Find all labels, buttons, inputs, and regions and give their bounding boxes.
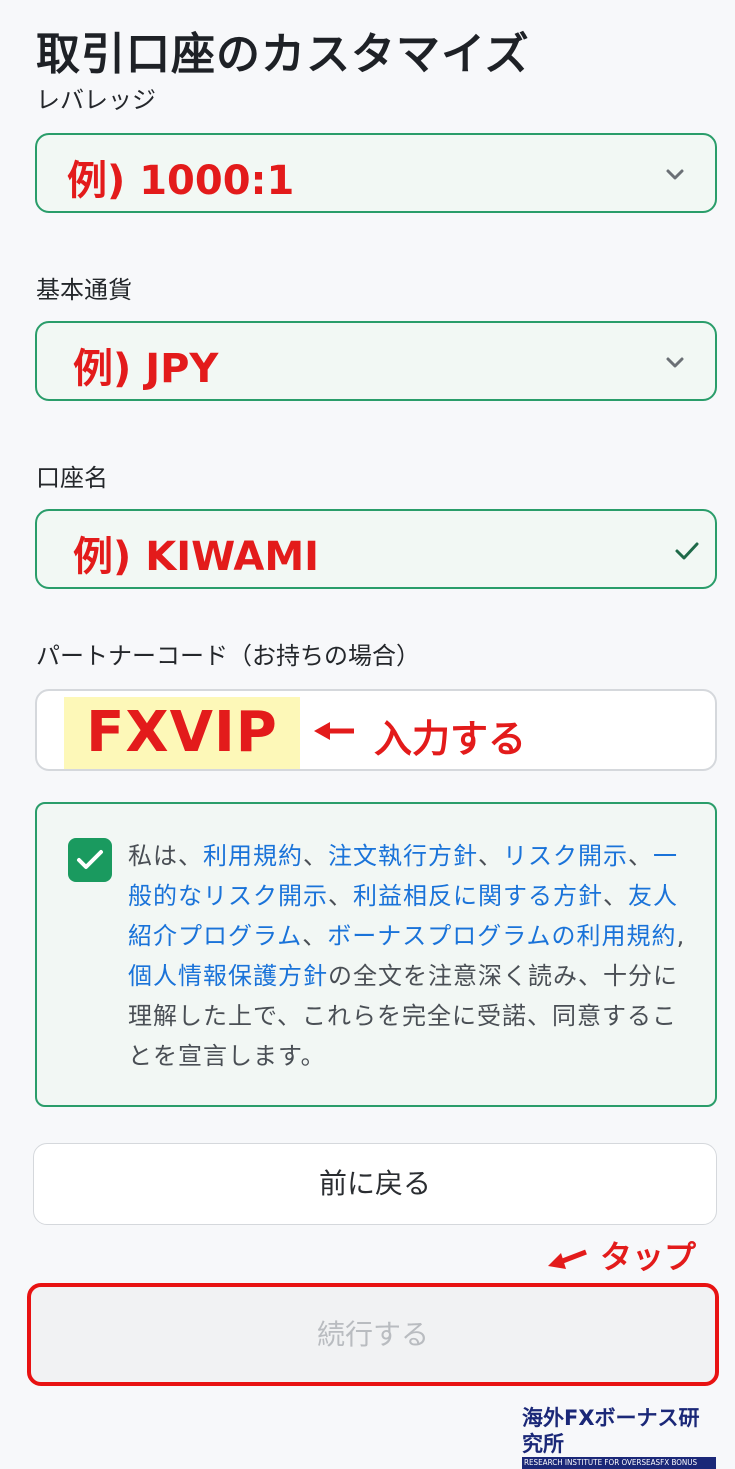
link-conflict-of-interest-policy[interactable]: 利益相反に関する方針 xyxy=(353,882,603,910)
base-currency-value: 例) JPY xyxy=(73,346,219,392)
account-name-value: 例) KIWAMI xyxy=(73,534,320,580)
consent-prefix: 私は、 xyxy=(128,842,203,870)
account-name-label: 口座名 xyxy=(36,464,108,492)
arrow-left-icon xyxy=(314,722,354,740)
leverage-label: レバレッジ xyxy=(36,86,156,114)
link-bonus-program-terms[interactable]: ボーナスプログラムの利用規約 xyxy=(327,922,676,950)
sep: 、 xyxy=(303,842,328,870)
link-terms[interactable]: 利用規約 xyxy=(203,842,303,870)
check-icon xyxy=(675,542,699,560)
account-name-input[interactable]: 例) KIWAMI xyxy=(35,509,717,589)
leverage-value: 例) 1000:1 xyxy=(67,158,295,204)
back-button[interactable]: 前に戻る xyxy=(33,1143,717,1225)
chevron-down-icon xyxy=(666,357,684,368)
partner-code-value: FXVIP xyxy=(86,700,278,765)
sep: 、 xyxy=(628,842,653,870)
base-currency-label: 基本通貨 xyxy=(36,276,132,304)
link-risk-disclosure[interactable]: リスク開示 xyxy=(503,842,628,870)
arrow-left-icon xyxy=(548,1249,587,1269)
sep: , xyxy=(676,922,686,950)
continue-button[interactable]: 続行する xyxy=(27,1283,719,1386)
sep: 、 xyxy=(478,842,503,870)
leverage-select[interactable]: 例) 1000:1 xyxy=(35,133,717,213)
chevron-down-icon xyxy=(666,169,684,180)
page-title: 取引口座のカスタマイズ xyxy=(36,29,530,80)
input-annotation: 入力する xyxy=(374,717,527,761)
sep: 、 xyxy=(328,882,353,910)
sep: 、 xyxy=(603,882,628,910)
consent-text: 私は、利用規約、注文執行方針、リスク開示、一般的なリスク開示、利益相反に関する方… xyxy=(128,836,688,1076)
tap-annotation: タップ xyxy=(600,1238,697,1276)
link-order-execution-policy[interactable]: 注文執行方針 xyxy=(328,842,478,870)
logo-title: 海外FXボーナス研究所 xyxy=(522,1406,700,1456)
brand-logo: 海外FXボーナス研究所 RESEARCH INSTITUTE FOR OVERS… xyxy=(522,1405,716,1469)
link-privacy-policy[interactable]: 個人情報保護方針 xyxy=(128,962,328,990)
partner-code-label: パートナーコード（お持ちの場合） xyxy=(36,642,420,670)
sep: 、 xyxy=(302,922,328,950)
logo-subtitle: RESEARCH INSTITUTE FOR OVERSEASFX BONUS xyxy=(522,1457,716,1469)
base-currency-select[interactable]: 例) JPY xyxy=(35,321,717,401)
consent-checkbox[interactable] xyxy=(68,838,112,882)
checkbox-checked-icon xyxy=(77,850,103,869)
